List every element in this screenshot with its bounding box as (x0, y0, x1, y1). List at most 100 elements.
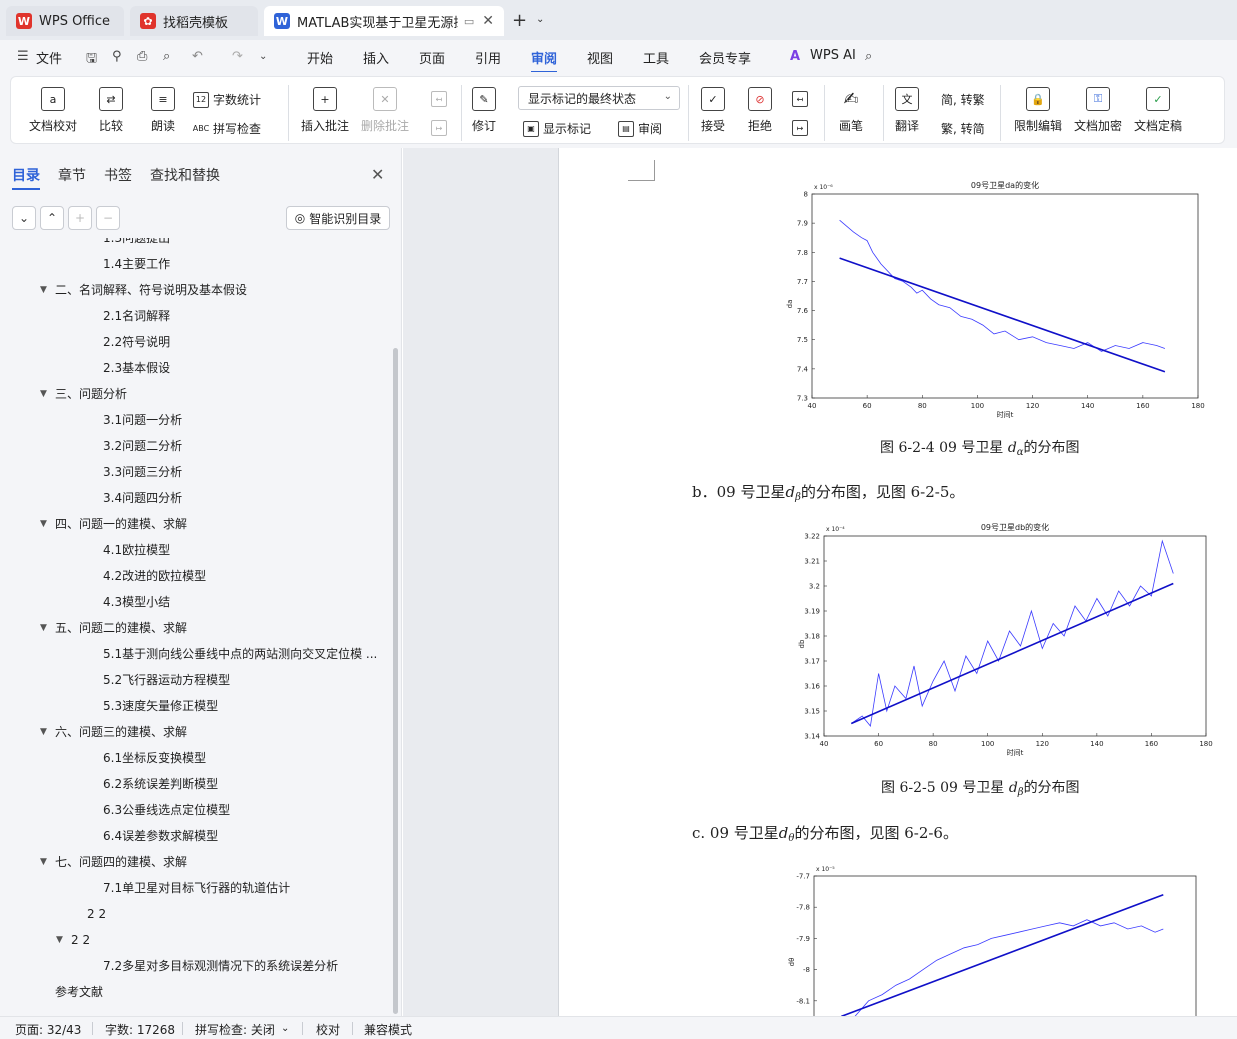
menu-review[interactable]: 审阅 (531, 48, 558, 73)
toc-item[interactable]: 3.4问题四分析 (103, 490, 182, 506)
undo-icon[interactable]: ↶ (192, 49, 203, 64)
prev-comment-button[interactable]: ↤ (431, 91, 451, 107)
delete-comment-button[interactable]: ✕ 删除批注 (361, 87, 409, 134)
toc-item[interactable]: ▼ 三、问题分析 (40, 386, 127, 402)
toc-item[interactable]: 3.1问题一分析 (103, 412, 182, 428)
expand-triangle-icon[interactable]: ▼ (40, 516, 47, 532)
more-icon[interactable]: ⌄ (259, 51, 267, 62)
redo-icon[interactable]: ↷ (232, 49, 243, 64)
save-icon[interactable]: 🖫 (86, 49, 97, 71)
expand-up-button[interactable]: ⌃ (40, 206, 64, 230)
toc-item[interactable]: 5.2飞行器运动方程模型 (103, 672, 230, 688)
show-markup-button[interactable]: ▣ 显示标记 (523, 120, 591, 137)
toc-item[interactable]: ▼ 五、问题二的建模、求解 (40, 620, 187, 636)
toc-item[interactable]: 6.2系统误差判断模型 (103, 776, 218, 792)
encrypt-button[interactable]: ⚿ 文档加密 (1074, 87, 1122, 134)
toc-item[interactable]: ▼ 七、问题四的建模、求解 (40, 854, 187, 870)
toc-item[interactable]: ▼ 四、问题一的建模、求解 (40, 516, 187, 532)
toc-item[interactable]: 7.1单卫星对目标飞行器的轨道估计 (103, 880, 290, 896)
toc-item[interactable]: 4.3模型小结 (103, 594, 170, 610)
accept-button[interactable]: ✓ 接受 (701, 87, 725, 134)
smart-toc-button[interactable]: ◎ 智能识别目录 (286, 206, 390, 230)
tab-document[interactable]: W MATLAB实现基于卫星无源探 ▭ ✕ (264, 6, 504, 36)
toc-item[interactable]: ▼ 六、问题三的建模、求解 (40, 724, 187, 740)
word-count-button[interactable]: 12 字数统计 (193, 91, 261, 108)
proofread-indicator[interactable]: 校对 (316, 1021, 340, 1038)
toc-item[interactable]: 7.2多星对多目标观测情况下的系统误差分析 (103, 958, 338, 974)
share-icon[interactable]: ⚲ (112, 49, 122, 64)
toc-item[interactable]: 4.2改进的欧拉模型 (103, 568, 206, 584)
toc-item[interactable]: 6.3公垂线选点定位模型 (103, 802, 230, 818)
toc-item[interactable]: 3.3问题三分析 (103, 464, 182, 480)
toc-item[interactable]: 2.3基本假设 (103, 360, 170, 376)
hamburger-icon[interactable]: ☰ (17, 49, 29, 64)
toc-item[interactable]: 1.3问题提出 (103, 238, 170, 246)
toc-item[interactable]: 2 2 (87, 906, 106, 922)
read-aloud-button[interactable]: ≡ 朗读 (151, 87, 175, 134)
word-count-indicator[interactable]: 字数: 17268 (105, 1021, 175, 1038)
menu-view[interactable]: 视图 (587, 48, 613, 67)
search-icon[interactable]: ⌕ (865, 49, 872, 64)
expand-triangle-icon[interactable]: ▼ (40, 724, 47, 740)
toc-item[interactable]: 4.1欧拉模型 (103, 542, 170, 558)
restrict-edit-button[interactable]: 🔒 限制编辑 (1014, 87, 1062, 134)
finalize-button[interactable]: ✓ 文档定稿 (1134, 87, 1182, 134)
next-comment-button[interactable]: ↦ (431, 120, 451, 136)
track-changes-button[interactable]: ✎ 修订 (472, 87, 496, 134)
scrollbar[interactable] (393, 348, 398, 1014)
toc-item[interactable]: ▼ 二、名词解释、符号说明及基本假设 (40, 282, 247, 298)
review-pane-button[interactable]: ▤ 审阅 (618, 120, 662, 137)
translate-button[interactable]: 文 翻译 (895, 87, 919, 134)
expand-triangle-icon[interactable]: ▼ (40, 386, 47, 402)
tab-find-replace[interactable]: 查找和替换 (150, 165, 220, 185)
markup-state-select[interactable]: 显示标记的最终状态 ⌄ (518, 86, 680, 110)
toc-item[interactable]: ▼ 2 2 (56, 932, 90, 948)
close-tab-icon[interactable]: ✕ (482, 13, 494, 29)
prev-change-button[interactable]: ↤ (792, 91, 812, 107)
toc-item[interactable]: 参考文献 (55, 984, 103, 1000)
tab-chapters[interactable]: 章节 (58, 165, 86, 185)
toc-item[interactable]: 6.1坐标反变换模型 (103, 750, 206, 766)
toc-item[interactable]: 3.2问题二分析 (103, 438, 182, 454)
menu-file[interactable]: 文件 (36, 48, 62, 67)
toc-item[interactable]: 5.1基于测向线公垂线中点的两站测向交叉定位模 ... (103, 646, 377, 662)
reject-button[interactable]: ⊘ 拒绝 (748, 87, 772, 134)
print-icon[interactable]: ⎙ (137, 49, 147, 64)
spell-check-button[interactable]: ABC 拼写检查 (193, 120, 261, 137)
print-preview-icon[interactable]: ⌕ (163, 49, 170, 64)
expand-triangle-icon[interactable]: ▼ (40, 620, 47, 636)
tab-toc[interactable]: 目录 (12, 165, 40, 190)
tab-bookmarks[interactable]: 书签 (104, 165, 132, 185)
close-icon[interactable]: ✕ (371, 165, 384, 184)
compare-button[interactable]: ⇄ 比较 (99, 87, 123, 134)
new-tab-icon[interactable]: + (512, 10, 527, 31)
menu-page[interactable]: 页面 (419, 48, 445, 67)
collapse-all-button[interactable]: ⌄ (12, 206, 36, 230)
page-indicator[interactable]: 页面: 32/43 (15, 1021, 81, 1038)
toc-item[interactable]: 6.4误差参数求解模型 (103, 828, 218, 844)
simp-to-trad-button[interactable]: 简, 转繁 (941, 91, 985, 108)
menu-member[interactable]: 会员专享 (699, 48, 751, 67)
menu-home[interactable]: 开始 (307, 48, 333, 67)
tab-docer-templates[interactable]: ✿ 找稻壳模板 (130, 6, 258, 36)
doc-check-button[interactable]: a 文档校对 (29, 87, 77, 134)
trad-to-simp-button[interactable]: 繁, 转简 (941, 120, 985, 137)
toc-item[interactable]: 1.4主要工作 (103, 256, 170, 272)
tab-wps-office[interactable]: W WPS Office (6, 6, 124, 36)
insert-comment-button[interactable]: + 插入批注 (301, 87, 349, 134)
expand-triangle-icon[interactable]: ▼ (40, 854, 47, 870)
pen-button[interactable]: ✍ 画笔 (839, 87, 863, 134)
next-change-button[interactable]: ↦ (792, 120, 812, 136)
menu-references[interactable]: 引用 (475, 48, 501, 67)
add-heading-button[interactable]: + (68, 206, 92, 230)
menu-wps-ai[interactable]: WPS AI (810, 48, 856, 63)
expand-triangle-icon[interactable]: ▼ (40, 282, 47, 298)
remove-heading-button[interactable]: − (96, 206, 120, 230)
menu-tools[interactable]: 工具 (643, 48, 669, 67)
toc-item[interactable]: 5.3速度矢量修正模型 (103, 698, 218, 714)
expand-triangle-icon[interactable]: ▼ (56, 932, 63, 948)
spell-check-indicator[interactable]: 拼写检查: 关闭 (195, 1021, 275, 1038)
menu-insert[interactable]: 插入 (363, 48, 389, 67)
chevron-down-icon[interactable]: ⌄ (281, 1023, 289, 1034)
chevron-down-icon[interactable]: ⌄ (536, 14, 544, 25)
